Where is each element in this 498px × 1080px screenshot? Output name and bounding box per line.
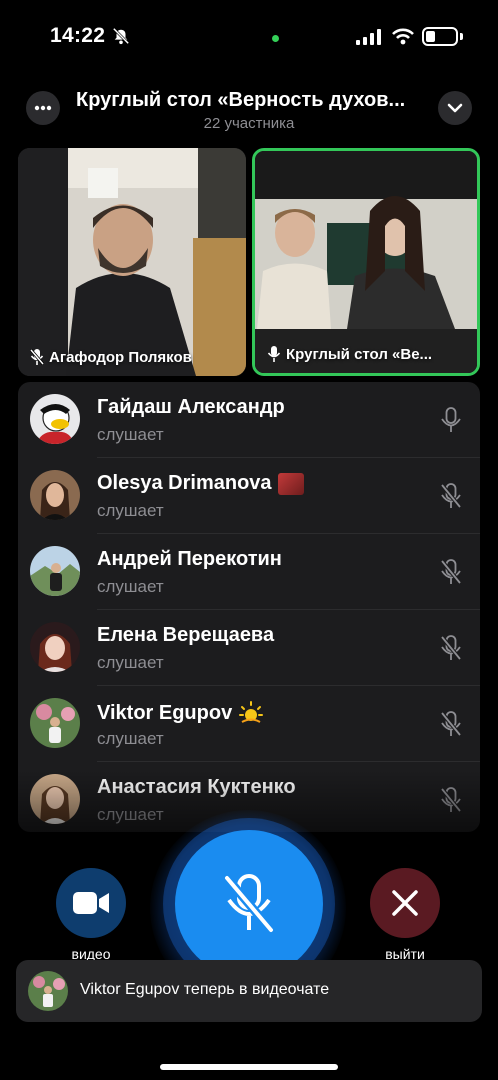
wifi-icon <box>392 28 414 45</box>
participant-name-text: Viktor Egupov <box>97 701 233 724</box>
participant-list[interactable]: Гайдаш Александр слушает Olesya Drimanov… <box>18 382 480 832</box>
cellular-signal-icon <box>356 29 381 45</box>
participant-name: Андрей Перекотин <box>97 548 282 570</box>
video-feed-image <box>18 148 246 376</box>
participant-status: слушает <box>97 577 164 596</box>
home-indicator[interactable] <box>160 1064 338 1070</box>
avatar <box>30 622 80 672</box>
participant-name: Елена Верещаева <box>97 624 275 646</box>
mute-toggle-button[interactable] <box>175 830 323 978</box>
avatar <box>30 470 80 520</box>
video-tile-2[interactable]: Круглый стол «Ве... <box>252 148 480 376</box>
battery-icon <box>422 27 458 46</box>
participant-row[interactable]: Viktor Egupov слушает <box>18 686 480 762</box>
participant-name: Гайдаш Александр <box>97 396 285 418</box>
video-button[interactable] <box>56 868 126 938</box>
call-title: Круглый стол «Верность духов... <box>76 89 406 111</box>
avatar <box>30 774 80 824</box>
mic-muted-icon[interactable] <box>440 634 462 662</box>
mic-icon[interactable] <box>440 406 462 434</box>
avatar <box>28 971 68 1011</box>
mic-icon <box>267 346 281 362</box>
participant-name: Анастасия Куктенко <box>97 776 296 798</box>
participant-status: слушает <box>97 653 164 672</box>
video-camera-icon <box>73 892 109 914</box>
bell-muted-icon <box>112 27 130 45</box>
tile-1-name: Агафодор Поляков <box>49 348 192 366</box>
participant-row[interactable]: Андрей Перекотин слушает <box>18 534 480 610</box>
participant-status: слушает <box>97 425 164 444</box>
ellipsis-icon <box>34 105 52 111</box>
flag-emoji-icon <box>277 472 304 495</box>
mic-muted-icon[interactable] <box>440 558 462 586</box>
participant-status: слушает <box>97 729 164 748</box>
mic-muted-icon[interactable] <box>440 786 462 814</box>
participant-row[interactable]: Гайдаш Александр слушает <box>18 382 480 458</box>
tile-2-label: Круглый стол «Ве... <box>267 345 432 363</box>
participant-count: 22 участника <box>203 115 295 132</box>
participant-name-text: Olesya Drimanova <box>97 472 272 494</box>
participant-status: слушает <box>97 805 164 824</box>
leave-button[interactable] <box>370 868 440 938</box>
tile-2-name: Круглый стол «Ве... <box>286 345 433 363</box>
battery-cap <box>460 33 463 40</box>
video-tile-1[interactable]: Агафодор Поляков <box>18 148 246 376</box>
call-header: Круглый стол «Верность духов... 22 участ… <box>0 85 498 140</box>
privacy-indicator-dot <box>272 35 279 42</box>
video-feed-image <box>255 151 477 373</box>
chevron-down-icon <box>447 103 463 113</box>
avatar <box>30 546 80 596</box>
sun-emoji-icon <box>239 701 264 723</box>
close-icon <box>392 890 418 916</box>
status-time: 14:22 <box>50 24 106 47</box>
avatar <box>30 394 80 444</box>
mic-muted-icon <box>30 349 44 365</box>
notification-toast: Viktor Egupov теперь в видеочате <box>16 960 482 1022</box>
mic-muted-icon[interactable] <box>440 482 462 510</box>
participant-status: слушает <box>97 501 164 520</box>
collapse-button[interactable] <box>438 91 472 125</box>
mic-muted-icon[interactable] <box>440 710 462 738</box>
participant-name: Viktor Egupov <box>97 700 264 726</box>
participant-row[interactable]: Olesya Drimanova слушает <box>18 458 480 534</box>
participant-name: Olesya Drimanova <box>97 472 304 495</box>
avatar <box>30 698 80 748</box>
toast-message: Viktor Egupov теперь в видеочате <box>80 981 330 998</box>
participant-row[interactable]: Елена Верещаева слушает <box>18 610 480 686</box>
tile-1-label: Агафодор Поляков <box>30 348 192 366</box>
mic-muted-icon <box>223 874 275 933</box>
status-bar: 14:22 <box>0 0 498 75</box>
